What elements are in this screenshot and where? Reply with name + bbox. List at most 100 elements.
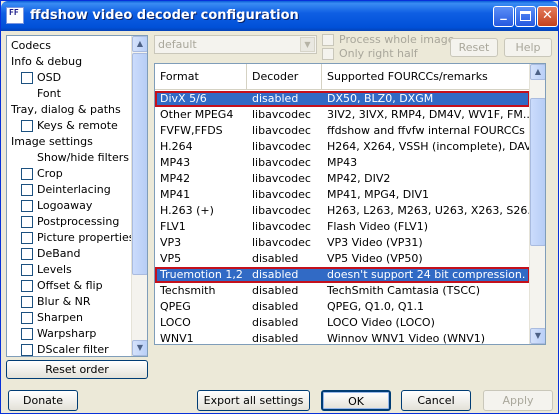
codec-row[interactable]: Truemotion 1,2 disabled doesn't support 24… — [155, 267, 530, 283]
codec-row[interactable]: FVFW,FFDS libavcodec ffdshow and ffvfw int… — [155, 123, 530, 139]
cancel-button[interactable]: Cancel — [401, 390, 471, 411]
scroll-down-icon[interactable]: ▼ — [530, 328, 545, 344]
checkbox-box[interactable] — [322, 48, 334, 60]
scroll-up-icon[interactable]: ▲ — [530, 64, 545, 80]
process-whole-image-label: Process whole image — [339, 33, 455, 46]
codec-decoder-cell[interactable]: disabled — [247, 267, 322, 283]
codec-decoder-cell[interactable]: disabled — [247, 283, 322, 299]
codec-remarks-cell: VP5 Video (VP50) — [327, 252, 423, 265]
preset-select[interactable]: default ▼ — [154, 35, 317, 54]
codec-decoder-cell[interactable]: libavcodec — [247, 123, 322, 139]
filter-checkbox[interactable] — [21, 72, 33, 84]
codec-remarks-cell: VP3 Video (VP31) — [327, 236, 423, 249]
tree-scroll-thumb[interactable] — [132, 53, 147, 275]
codec-remarks-cell: 3IV2, 3IVX, RMP4, DM4V, WV1F, FM... — [327, 108, 530, 121]
filter-checkbox[interactable] — [21, 344, 33, 356]
column-header-format[interactable]: Format — [155, 64, 247, 89]
tree-item-label: Levels — [37, 263, 72, 276]
preset-value: default — [158, 38, 197, 51]
filter-checkbox[interactable] — [21, 312, 33, 324]
codec-decoder-cell[interactable]: libavcodec — [247, 139, 322, 155]
codec-format-cell: MP41 — [160, 188, 191, 201]
filter-checkbox[interactable] — [21, 168, 33, 180]
minimize-button[interactable]: _ — [493, 6, 514, 27]
maximize-button[interactable] — [515, 6, 536, 27]
codec-decoder-cell[interactable]: libavcodec — [247, 107, 322, 123]
filter-checkbox[interactable] — [21, 184, 33, 196]
filter-checkbox[interactable] — [21, 120, 33, 132]
codec-decoder-cell[interactable]: libavcodec — [247, 187, 322, 203]
codec-row[interactable]: MP43 libavcodec MP43 — [155, 155, 530, 171]
close-button[interactable]: ✕ — [537, 6, 558, 27]
filter-checkbox[interactable] — [21, 216, 33, 228]
codec-decoder-cell[interactable]: libavcodec — [247, 219, 322, 235]
codec-decoder-cell[interactable]: disabled — [247, 315, 322, 331]
codec-row[interactable]: Techsmith disabled TechSmith Camtasia (TSC… — [155, 283, 530, 299]
only-right-half-label: Only right half — [339, 47, 418, 60]
tree-item-label: Offset & flip — [37, 279, 103, 292]
codec-format-cell: QPEG — [160, 300, 191, 313]
title-bar[interactable]: FF ffdshow video decoder configuration _… — [1, 1, 558, 31]
filter-checkbox[interactable] — [21, 264, 33, 276]
reset-button[interactable]: Reset — [450, 38, 498, 57]
filter-checkbox[interactable] — [21, 232, 33, 244]
codec-scroll-thumb[interactable] — [530, 98, 545, 246]
codec-row[interactable]: MP41 libavcodec MP41, MPG4, DIV1 — [155, 187, 530, 203]
ok-button[interactable]: OK — [321, 390, 391, 411]
tree-scrollbar[interactable]: ▲ ▼ — [131, 36, 147, 356]
codec-row[interactable]: VP5 disabled VP5 Video (VP50) — [155, 251, 530, 267]
chevron-down-icon[interactable]: ▼ — [300, 37, 315, 52]
codec-format-cell: FLV1 — [160, 220, 186, 233]
tree-item-label: Postprocessing — [37, 215, 120, 228]
codec-decoder-cell[interactable]: disabled — [247, 331, 322, 344]
codec-decoder-cell[interactable]: libavcodec — [247, 203, 322, 219]
codec-decoder-cell[interactable]: libavcodec — [247, 155, 322, 171]
settings-tree[interactable]: Codecs Info & debug OSD Font Tray, dialog & … — [6, 35, 148, 357]
filter-checkbox[interactable] — [21, 328, 33, 340]
export-all-settings-button[interactable]: Export all settings — [197, 390, 310, 411]
codec-format-cell: FVFW,FFDS — [160, 124, 223, 137]
codec-decoder-cell[interactable]: disabled — [247, 91, 322, 107]
donate-button[interactable]: Donate — [8, 390, 78, 411]
help-button[interactable]: Help — [504, 38, 552, 57]
reset-order-button[interactable]: Reset order — [6, 360, 148, 379]
codec-format-cell: Other MPEG4 — [160, 108, 234, 121]
config-window: FF ffdshow video decoder configuration _… — [0, 0, 559, 414]
codec-decoder-cell[interactable]: libavcodec — [247, 171, 322, 187]
codec-row[interactable]: WNV1 disabled Winnov WNV1 Video (WNV1) — [155, 331, 530, 345]
codec-list[interactable]: Format Decoder Supported FOURCCs/remarks… — [154, 63, 546, 345]
codec-row[interactable]: LOCO disabled LOCO Video (LOCO) — [155, 315, 530, 331]
codec-row[interactable]: FLV1 libavcodec Flash Video (FLV1) — [155, 219, 530, 235]
tree-item-label: Blur & NR — [37, 295, 91, 308]
minimize-icon: _ — [500, 6, 507, 21]
codec-list-scrollbar[interactable]: ▲ ▼ — [529, 64, 545, 344]
codec-row[interactable]: QPEG disabled QPEG, Q1.0, Q1.1 — [155, 299, 530, 315]
codec-remarks-cell: QPEG, Q1.0, Q1.1 — [327, 300, 425, 313]
codec-decoder-cell[interactable]: libavcodec — [247, 235, 322, 251]
codec-decoder-cell[interactable]: disabled — [247, 299, 322, 315]
codec-format-cell: H.263 (+) — [160, 204, 214, 217]
apply-button[interactable]: Apply — [483, 390, 553, 411]
scroll-up-icon[interactable]: ▲ — [132, 36, 147, 52]
filter-checkbox[interactable] — [21, 200, 33, 212]
filter-checkbox[interactable] — [21, 280, 33, 292]
codec-row[interactable]: Other MPEG4 libavcodec 3IV2, 3IVX, RMP4, D… — [155, 107, 530, 123]
codec-remarks-cell: Flash Video (FLV1) — [327, 220, 428, 233]
codec-row[interactable]: VP3 libavcodec VP3 Video (VP31) — [155, 235, 530, 251]
tree-item-label: Sharpen — [37, 311, 83, 324]
column-header-remarks[interactable]: Supported FOURCCs/remarks — [322, 64, 530, 89]
codec-row[interactable]: H.264 libavcodec H264, X264, VSSH (incompl… — [155, 139, 530, 155]
codec-decoder-cell[interactable]: disabled — [247, 251, 322, 267]
filter-checkbox[interactable] — [21, 248, 33, 260]
checkbox-box[interactable] — [322, 34, 334, 46]
filter-checkbox[interactable] — [21, 296, 33, 308]
close-icon: ✕ — [542, 8, 553, 23]
codec-format-cell: VP5 — [160, 252, 182, 265]
scroll-down-icon[interactable]: ▼ — [132, 340, 147, 356]
codec-row[interactable]: DivX 5/6 disabled DX50, BLZ0, DXGM — [155, 91, 530, 107]
codec-format-cell: LOCO — [160, 316, 191, 329]
codec-row[interactable]: MP42 libavcodec MP42, DIV2 — [155, 171, 530, 187]
codec-row[interactable]: H.263 (+) libavcodec H263, L263, M263, U26… — [155, 203, 530, 219]
codec-remarks-cell: Winnov WNV1 Video (WNV1) — [327, 332, 486, 345]
column-header-decoder[interactable]: Decoder — [247, 64, 322, 89]
